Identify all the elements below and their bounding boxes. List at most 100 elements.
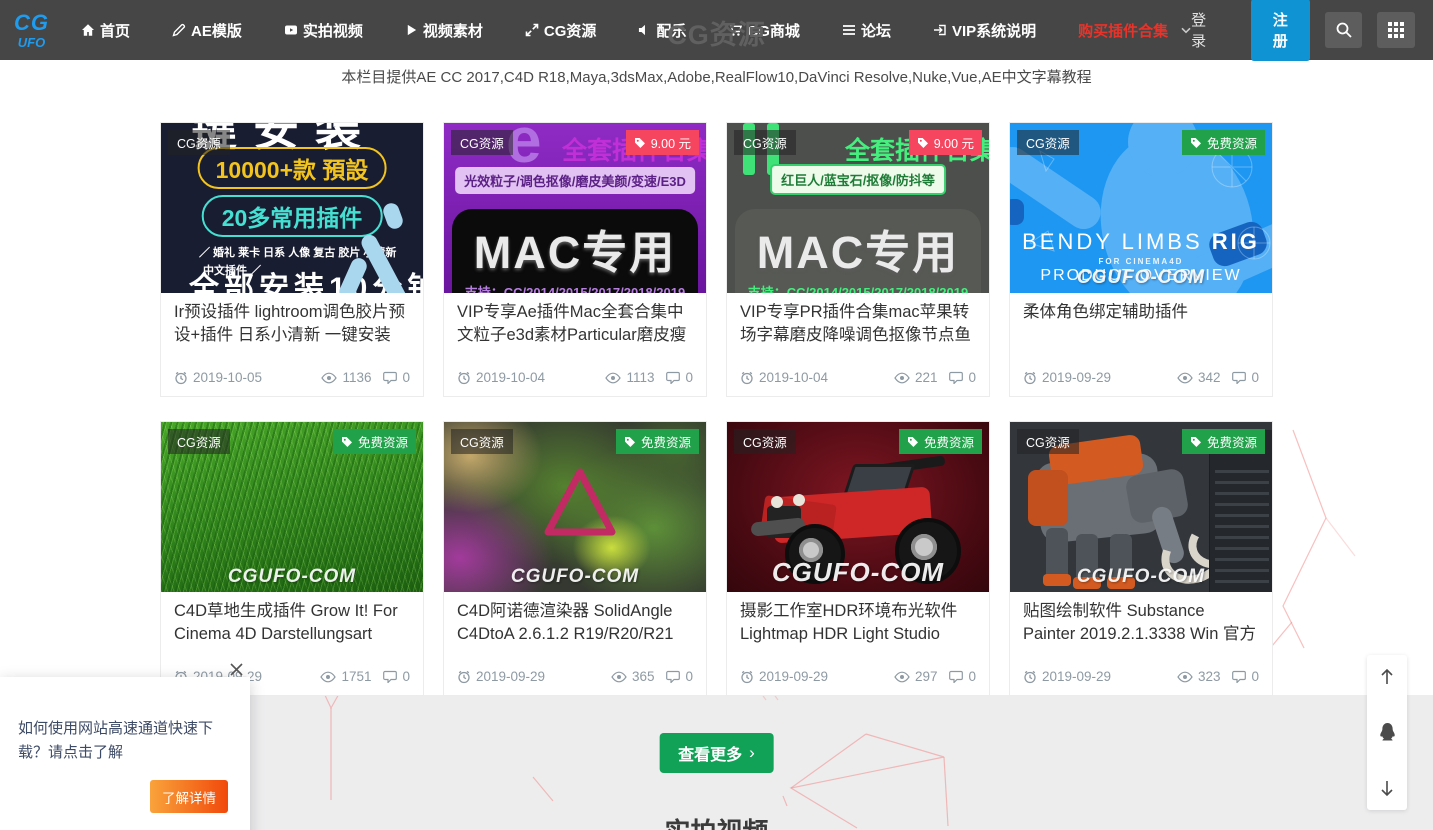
nav-item-label: 首页 — [100, 20, 130, 41]
play-icon — [405, 23, 418, 37]
nav-item-buy-plugin-bundle[interactable]: 购买插件合集 — [1078, 20, 1191, 41]
card-stats: 297 0 — [894, 669, 976, 684]
scroll-up-button[interactable] — [1379, 668, 1395, 686]
comments-icon — [666, 670, 680, 683]
apps-grid-button[interactable] — [1377, 12, 1415, 48]
category-badge[interactable]: CG资源 — [1017, 429, 1079, 454]
chevron-right-icon: › — [749, 743, 755, 763]
resource-card[interactable]: 键安装 10000+款 預設 20多常用插件 ／ 婚礼 莱卡 日系 人像 复古 … — [160, 122, 424, 397]
free-badge: 免费资源 — [1182, 130, 1265, 155]
card-views: 1113 — [605, 370, 654, 385]
card-comments-value: 0 — [685, 669, 693, 684]
see-more-button[interactable]: 查看更多 › — [659, 733, 774, 773]
views-icon — [605, 372, 621, 384]
comments-icon — [383, 670, 397, 683]
resource-card[interactable]: CGUFO-COM CG资源 免费资源 C4D阿诺德渲染器 SolidAngle… — [443, 421, 707, 696]
resource-card[interactable]: BENDY LIMBS RIG FOR CINEMA4D PRODUCT OVE… — [1009, 122, 1273, 397]
nav-item-vip-info[interactable]: VIP系统说明 — [933, 20, 1036, 41]
watermark: CGUFO-COM — [444, 566, 706, 588]
grid-icon — [1388, 22, 1404, 38]
clock-icon — [1023, 371, 1037, 385]
nav-item-music[interactable]: 配乐 — [638, 20, 686, 41]
nav-item-live-footage[interactable]: 实拍视频 — [284, 20, 363, 41]
category-badge[interactable]: CG资源 — [451, 130, 513, 155]
views-icon — [894, 671, 910, 683]
nav-item-ae-templates[interactable]: AE模版 — [172, 20, 242, 41]
nav-item-cg-shop[interactable]: CG商城 — [728, 20, 800, 41]
resource-card[interactable]: CGUFO-COM CG资源 免费资源 摄影工作室HDR环境布光软件 Light… — [726, 421, 990, 696]
card-stats: 323 0 — [1177, 669, 1259, 684]
nav-item-cg-resources[interactable]: CG资源 — [525, 20, 597, 41]
learn-more-button[interactable]: 了解详情 — [150, 780, 228, 813]
scroll-down-button[interactable] — [1379, 779, 1395, 797]
nav-item-home[interactable]: 首页 — [81, 20, 130, 41]
card-title[interactable]: 摄影工作室HDR环境布光软件 Lightmap HDR Light Studio — [740, 600, 976, 646]
card-body: VIP专享Ae插件Mac全套合集中文粒子e3d素材Particular磨皮瘦脸降… — [444, 293, 706, 396]
page: CG资源 CG UFO 首页 AE模版 实拍视频 视频素材 — [0, 0, 1433, 830]
card-body: 贴图绘制软件 Substance Painter 2019.2.1.3338 W… — [1010, 592, 1272, 695]
thumbnail-art-text: RIG — [1212, 229, 1260, 254]
card-title[interactable]: C4D草地生成插件 Grow It! For Cinema 4D Darstel… — [174, 600, 410, 646]
card-comments: 0 — [666, 370, 693, 385]
card-comments-value: 0 — [1251, 669, 1259, 684]
card-title[interactable]: VIP专享PR插件合集mac苹果转场字幕磨皮降噪调色抠像节点鱼眼 — [740, 301, 976, 348]
thumbnail-art-text: BENDY LIMBS — [1022, 229, 1203, 254]
thumbnail-art-shape — [381, 201, 405, 231]
category-badge[interactable]: CG资源 — [168, 429, 230, 454]
tag-icon — [1190, 137, 1202, 149]
watermark: CGUFO-COM — [1010, 566, 1272, 588]
nav-item-forum[interactable]: 论坛 — [842, 20, 891, 41]
card-title[interactable]: 柔体角色绑定辅助插件 — [1023, 301, 1259, 324]
card-date: 2019-10-04 — [740, 370, 828, 385]
login-link[interactable]: 登录 — [1191, 9, 1218, 51]
resource-card[interactable]: CGUFO-COM CG资源 免费资源 C4D草地生成插件 Grow It! F… — [160, 421, 424, 696]
category-badge[interactable]: CG资源 — [168, 130, 230, 155]
tag-icon — [917, 137, 929, 149]
nav-item-video-assets[interactable]: 视频素材 — [405, 20, 483, 41]
resource-card[interactable]: M CGUFO-COM CG资源 免费资源 贴图绘制软件 Substance P… — [1009, 421, 1273, 696]
clock-icon — [457, 371, 471, 385]
section-subtitle: 本栏目提供AE CC 2017,C4D R18,Maya,3dsMax,Adob… — [0, 66, 1433, 87]
card-title[interactable]: VIP专享Ae插件Mac全套合集中文粒子e3d素材Particular磨皮瘦脸降 — [457, 301, 693, 348]
card-thumbnail[interactable]: e 全套插件合集 光效粒子/调色抠像/磨皮美颜/变速/E3D MAC专用 支持：… — [444, 123, 706, 293]
site-logo[interactable]: CG UFO — [14, 12, 49, 49]
resource-card[interactable]: 全套插件合集 红巨人/蓝宝石/抠像/防抖等 MAC专用 支持：CC/2014/2… — [726, 122, 990, 397]
category-badge[interactable]: CG资源 — [734, 429, 796, 454]
card-comments: 0 — [1232, 370, 1259, 385]
qq-contact-button[interactable] — [1378, 722, 1397, 743]
card-title[interactable]: C4D阿诺德渲染器 SolidAngle C4DtoA 2.6.1.2 R19/… — [457, 600, 693, 647]
category-badge[interactable]: CG资源 — [734, 130, 796, 155]
card-title[interactable]: 贴图绘制软件 Substance Painter 2019.2.1.3338 W… — [1023, 600, 1259, 647]
search-button[interactable] — [1325, 12, 1363, 48]
card-thumbnail[interactable]: 键安装 10000+款 預設 20多常用插件 ／ 婚礼 莱卡 日系 人像 复古 … — [161, 123, 423, 293]
register-button[interactable]: 注册 — [1251, 0, 1310, 61]
top-navbar: CG UFO 首页 AE模版 实拍视频 视频素材 CG资源 — [0, 0, 1433, 60]
card-thumbnail[interactable]: 全套插件合集 红巨人/蓝宝石/抠像/防抖等 MAC专用 支持：CC/2014/2… — [727, 123, 989, 293]
expand-arrows-icon — [525, 23, 539, 37]
card-meta: 2019-09-29 297 0 — [740, 669, 976, 684]
card-meta: 2019-09-29 342 0 — [1023, 370, 1259, 385]
home-icon — [81, 23, 95, 37]
card-thumbnail[interactable]: M CGUFO-COM CG资源 免费资源 — [1010, 422, 1272, 592]
card-comments-value: 0 — [968, 669, 976, 684]
card-thumbnail[interactable]: CGUFO-COM CG资源 免费资源 — [444, 422, 706, 592]
resource-card[interactable]: e 全套插件合集 光效粒子/调色抠像/磨皮美颜/变速/E3D MAC专用 支持：… — [443, 122, 707, 397]
comments-icon — [949, 670, 963, 683]
card-comments-value: 0 — [402, 669, 410, 684]
card-comments: 0 — [949, 370, 976, 385]
category-badge[interactable]: CG资源 — [1017, 130, 1079, 155]
card-title[interactable]: Ir预设插件 lightroom调色胶片预设+插件 日系小清新 一键安装 — [174, 301, 410, 347]
card-views-value: 1113 — [626, 370, 654, 385]
thumbnail-art-shape — [771, 496, 783, 508]
card-date-value: 2019-10-04 — [759, 370, 828, 385]
card-date: 2019-10-05 — [174, 370, 262, 385]
card-meta: 2019-10-04 221 0 — [740, 370, 976, 385]
close-icon[interactable] — [225, 658, 247, 680]
thumbnail-art-text: 支持：CC/2014/2015/2017/2018/2019 — [735, 282, 981, 293]
nav-item-label: 配乐 — [656, 20, 686, 41]
card-thumbnail[interactable]: CGUFO-COM CG资源 免费资源 — [727, 422, 989, 592]
see-more-label: 查看更多 — [678, 741, 742, 765]
category-badge[interactable]: CG资源 — [451, 429, 513, 454]
card-thumbnail[interactable]: BENDY LIMBS RIG FOR CINEMA4D PRODUCT OVE… — [1010, 123, 1272, 293]
card-thumbnail[interactable]: CGUFO-COM CG资源 免费资源 — [161, 422, 423, 592]
